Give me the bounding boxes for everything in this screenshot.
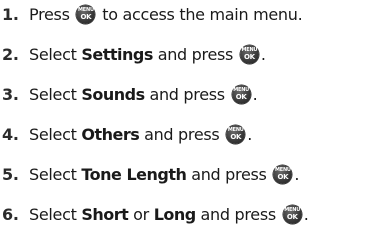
menu-ok-icon: MENU OK <box>239 44 259 64</box>
menu-icon-label: MENU <box>241 46 258 53</box>
step-text-part: and press <box>157 45 234 64</box>
step-number: 5. <box>2 165 19 184</box>
step-item: 2. Select Settings and press MENU OK . <box>0 40 374 70</box>
menu-option-name: Long <box>153 205 197 224</box>
step-number: 3. <box>2 85 19 104</box>
step-text-part: Select <box>29 85 77 104</box>
step-end-period: . <box>252 85 258 104</box>
step-number: 4. <box>2 125 19 144</box>
menu-ok-icon: MENU OK <box>226 124 246 144</box>
menu-option-name: Short <box>81 205 129 224</box>
step-text-part: to access the main menu. <box>102 5 303 24</box>
menu-icon-label: MENU <box>233 86 250 93</box>
step-text: Press MENU OK to access the main menu. <box>29 0 303 30</box>
step-end-period: . <box>303 205 309 224</box>
step-text-part: Press <box>29 5 70 24</box>
menu-option-name: Tone Length <box>81 165 187 184</box>
step-text-part: Select <box>29 45 77 64</box>
ok-icon-label: OK <box>243 52 255 61</box>
step-text-part: Select <box>29 165 77 184</box>
step-item: 4. Select Others and press MENU OK . <box>0 120 374 150</box>
step-text-part: or <box>133 205 149 224</box>
step-text: Select Tone Length and press MENU OK . <box>29 160 299 190</box>
step-text-part: and press <box>191 165 267 184</box>
step-end-period: . <box>260 45 266 64</box>
step-end-period: . <box>247 125 253 144</box>
step-text: Select Others and press MENU OK . <box>29 120 252 150</box>
step-text: Select Sounds and press MENU OK . <box>29 80 258 110</box>
menu-ok-icon: MENU OK <box>273 164 293 184</box>
ok-icon-label: OK <box>80 12 92 21</box>
step-text: Select Settings and press MENU OK . <box>29 40 266 70</box>
step-number: 1. <box>2 5 19 24</box>
step-item: 3. Select Sounds and press MENU OK . <box>0 80 374 110</box>
menu-icon-label: MENU <box>274 166 291 173</box>
menu-icon-label: MENU <box>78 6 94 13</box>
step-item: 5. Select Tone Length and press MENU OK … <box>0 160 374 190</box>
step-text: Select Short or Long and press MENU OK . <box>29 200 309 230</box>
menu-option-name: Settings <box>81 45 153 64</box>
menu-icon-label: MENU <box>227 126 244 133</box>
ok-icon-label: OK <box>286 212 298 221</box>
step-item: 1. Press MENU OK to access the main menu… <box>0 0 374 30</box>
step-number: 6. <box>2 205 19 224</box>
menu-option-name: Others <box>81 125 140 144</box>
menu-ok-icon: MENU OK <box>282 204 302 224</box>
menu-ok-icon: MENU OK <box>76 4 96 24</box>
step-text-part: Select <box>29 205 77 224</box>
step-text-part: and press <box>149 85 225 104</box>
step-item: 6. Select Short or Long and press MENU O… <box>0 200 374 230</box>
step-number: 2. <box>2 45 19 64</box>
menu-option-name: Sounds <box>81 85 145 104</box>
menu-ok-icon: MENU OK <box>231 84 251 104</box>
ok-icon-label: OK <box>235 92 247 101</box>
step-text-part: and press <box>144 125 220 144</box>
step-end-period: . <box>294 165 300 184</box>
step-text-part: Select <box>29 125 77 144</box>
ok-icon-label: OK <box>277 172 289 181</box>
ok-icon-label: OK <box>230 132 242 141</box>
menu-icon-label: MENU <box>284 206 301 213</box>
step-text-part: and press <box>200 205 277 224</box>
